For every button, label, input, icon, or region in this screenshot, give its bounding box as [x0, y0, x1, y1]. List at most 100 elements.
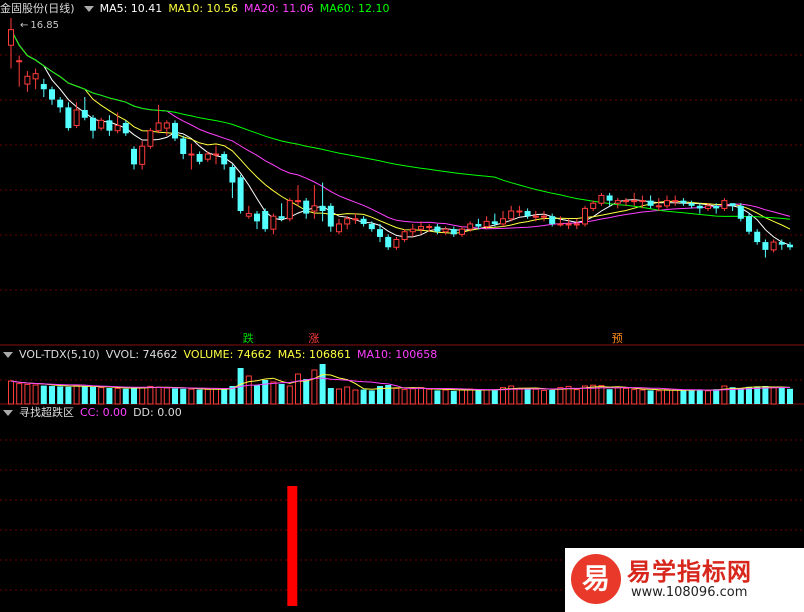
candle	[557, 216, 564, 227]
volume-bar	[221, 388, 228, 404]
volume-bar	[450, 390, 457, 404]
candle-body	[647, 200, 654, 206]
volume-bar	[737, 388, 744, 404]
volume-bar	[787, 388, 793, 404]
candle	[680, 198, 687, 206]
candle-body	[401, 231, 408, 241]
candle	[418, 221, 424, 235]
candle	[524, 208, 531, 219]
volume-bar	[327, 388, 334, 404]
candle	[598, 192, 605, 206]
candle	[98, 117, 105, 131]
candle-body	[98, 119, 105, 129]
chart-canvas	[0, 18, 804, 606]
volume-bar	[213, 388, 219, 405]
candle	[688, 200, 695, 209]
candle	[8, 18, 14, 69]
cc-value: CC: 0.00	[80, 406, 128, 419]
volume-bar	[139, 387, 146, 405]
candle-body	[508, 210, 515, 220]
candle-body	[770, 241, 777, 251]
volume-bar	[57, 386, 64, 404]
candle	[155, 104, 162, 134]
volume-bar	[639, 389, 646, 405]
volume-bar	[188, 388, 195, 405]
candle	[254, 211, 260, 230]
candle	[229, 164, 236, 199]
volume-bar	[344, 386, 351, 405]
volume-bar	[155, 386, 162, 405]
candle	[401, 229, 408, 243]
candle	[541, 211, 547, 222]
candle-body	[254, 213, 260, 222]
candle	[245, 205, 252, 219]
candle-body	[639, 200, 646, 203]
volume-bar	[672, 389, 679, 405]
volume-bar	[245, 375, 252, 405]
candle	[122, 120, 129, 136]
candle-body	[49, 89, 55, 100]
candle-body	[549, 216, 556, 224]
high-price-value: 16.85	[30, 20, 60, 31]
candle	[24, 71, 31, 92]
candle-body	[450, 229, 457, 235]
volume-bar	[532, 388, 539, 405]
candle	[508, 205, 515, 222]
volume-header: VOL-TDX(5,10) VVOL: 74662 VOLUME: 74662 MA5…	[0, 347, 443, 363]
candle	[40, 78, 47, 98]
candle	[393, 236, 400, 250]
volume-bar	[368, 390, 375, 404]
candle	[213, 146, 219, 165]
candle	[746, 213, 752, 235]
candle-body	[426, 226, 433, 229]
volume-ma-lines	[10, 374, 791, 391]
candle-body	[180, 138, 187, 155]
candle-body	[762, 242, 769, 250]
candle	[65, 102, 72, 131]
chevron-down-icon[interactable]	[3, 352, 13, 358]
candle	[114, 112, 121, 134]
volume-bar	[336, 388, 342, 405]
candle-body	[377, 229, 383, 237]
candle-body	[393, 239, 400, 248]
candle-body	[319, 205, 326, 212]
indicator-header: 寻找超跌区 CC: 0.00 DD: 0.00	[0, 405, 188, 421]
candle	[787, 242, 793, 250]
candle	[73, 102, 80, 129]
volume-bar	[114, 387, 121, 405]
candle	[180, 135, 187, 160]
vol-indicator-name: VOL-TDX(5,10)	[19, 348, 100, 361]
candle-body	[311, 205, 318, 212]
volume-bar	[483, 389, 490, 405]
candle-body	[237, 177, 244, 212]
volume-bar	[98, 387, 105, 405]
candle	[582, 205, 588, 227]
volume-bar	[81, 386, 88, 404]
candle-body	[286, 200, 293, 220]
candle-body	[163, 122, 170, 129]
candle	[278, 203, 285, 222]
volume-bar	[557, 387, 564, 405]
chevron-down-icon[interactable]	[3, 410, 13, 416]
volume-bar	[549, 390, 556, 404]
volume-bar	[40, 385, 47, 404]
candle-body	[459, 228, 465, 235]
volume-bar	[65, 386, 72, 404]
candle	[770, 239, 777, 253]
volume-bar	[303, 379, 310, 404]
volume-bar	[311, 369, 318, 405]
candle	[590, 200, 597, 212]
candlestick-series	[8, 18, 793, 258]
chevron-down-icon[interactable]	[83, 6, 94, 12]
candle-body	[713, 205, 720, 209]
candle	[754, 229, 761, 245]
volume-bar	[278, 384, 285, 404]
candle-body	[139, 145, 146, 165]
candle-body	[385, 236, 392, 248]
vol-ma5-value: MA5: 106861	[277, 348, 352, 361]
candle-body	[672, 200, 679, 203]
candle-body	[245, 213, 252, 217]
candle-body	[204, 153, 211, 160]
candle-body	[40, 84, 47, 90]
high-price-label: ← 16.85	[20, 18, 65, 34]
